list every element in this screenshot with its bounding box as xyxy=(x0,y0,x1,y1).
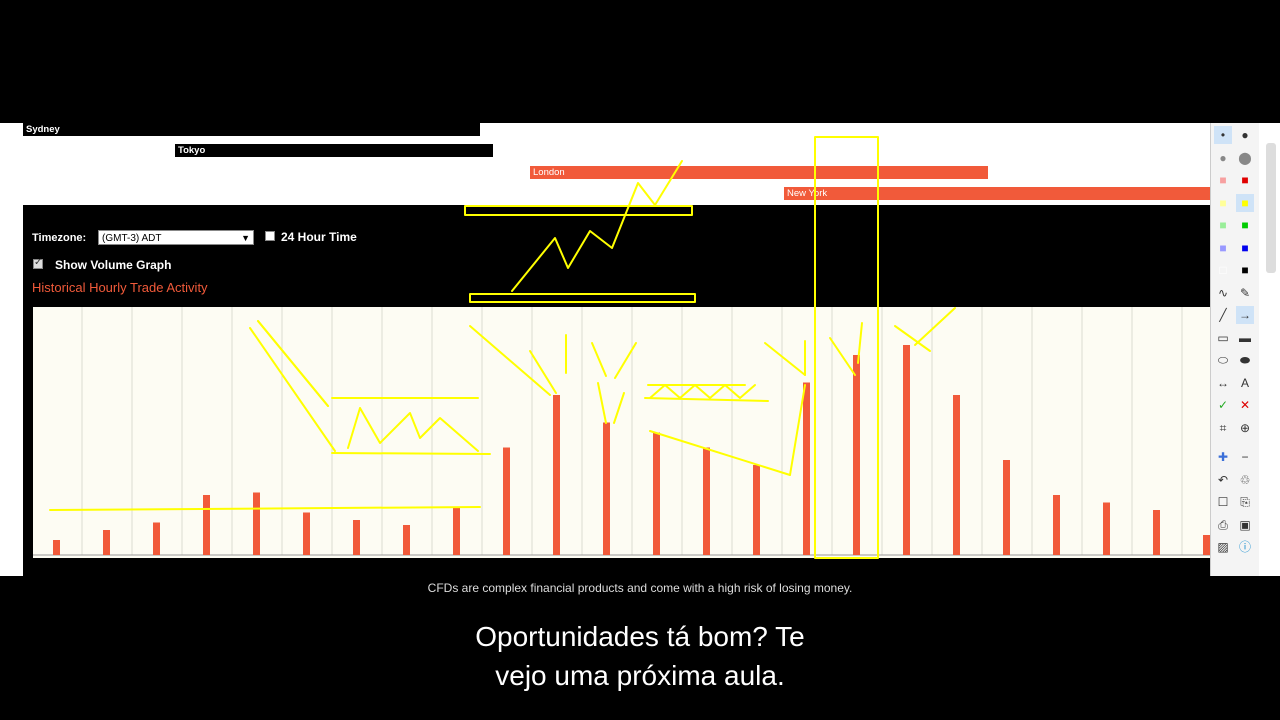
double-arrow-icon[interactable]: ↔ xyxy=(1214,374,1232,392)
volume-bar xyxy=(803,382,810,555)
volume-bar xyxy=(303,512,310,555)
highlighter-icon[interactable]: ✎ xyxy=(1236,284,1254,302)
trash-icon[interactable]: ♲ xyxy=(1236,471,1254,489)
timezone-select[interactable]: (GMT-3) ADT ▼ xyxy=(98,230,254,245)
hour24-label: 24 Hour Time xyxy=(281,230,357,244)
volume-bar xyxy=(103,530,110,555)
session-bar-new-york: New York xyxy=(784,187,1210,200)
volume-bar xyxy=(503,447,510,555)
volume-bar xyxy=(703,447,710,555)
red-light-icon[interactable]: ■ xyxy=(1214,171,1232,189)
volume-bar xyxy=(1053,495,1060,555)
chart-title: Historical Hourly Trade Activity xyxy=(32,280,208,295)
filled-rectangle-icon[interactable]: ▬ xyxy=(1236,329,1254,347)
dot-small-icon[interactable]: • xyxy=(1214,126,1232,144)
volume-bar xyxy=(53,540,60,555)
rectangle-icon[interactable]: ▭ xyxy=(1214,329,1232,347)
volume-bar xyxy=(453,507,460,555)
yellow-icon[interactable]: ■ xyxy=(1236,193,1254,212)
volume-bar xyxy=(753,465,760,555)
text-icon[interactable]: A xyxy=(1236,374,1254,392)
session-bar-london: London xyxy=(530,166,988,179)
save-icon[interactable]: ▣ xyxy=(1236,516,1254,534)
undo-icon[interactable]: ↶ xyxy=(1214,471,1232,489)
blue-icon[interactable]: ■ xyxy=(1236,239,1254,257)
green-icon[interactable]: ■ xyxy=(1236,216,1254,234)
circle-gray-icon[interactable]: ● xyxy=(1214,149,1232,167)
scrollbar[interactable] xyxy=(1266,143,1276,273)
circle-gray-large-icon[interactable]: ⬤ xyxy=(1236,149,1254,167)
annotation-toolbar: • ● ● ⬤ ■ ■ ■ ■ ■ ■ ■ ■ □ ■ ∿ ✎ ╱ → ▭ ▬ ⬭ ⬬ ↔ A ✓ ✕ ⌗ ⊕ ✚ − ↶ ♲ ☐ ⎘ ⎙ ▣ ▨ ⓘ xyxy=(1210,123,1259,576)
image-icon[interactable]: ▨ xyxy=(1214,538,1232,556)
copy-icon[interactable]: ⎘ xyxy=(1236,493,1254,511)
black-icon[interactable]: ■ xyxy=(1236,261,1254,279)
close-icon[interactable]: ✕ xyxy=(1236,396,1254,414)
video-subtitle: Oportunidades tá bom? Te vejo uma próxim… xyxy=(0,617,1280,695)
disclaimer-text: CFDs are complex financial products and … xyxy=(427,581,853,595)
check-icon[interactable]: ✓ xyxy=(1214,396,1232,414)
volume-bar xyxy=(953,395,960,555)
volume-bar xyxy=(253,492,260,555)
session-bar-tokyo: Tokyo xyxy=(175,144,493,157)
print-icon[interactable]: ⎙ xyxy=(1214,516,1232,534)
volume-bar xyxy=(853,355,860,555)
volume-bar xyxy=(153,522,160,555)
session-label: London xyxy=(533,167,565,178)
volume-bar xyxy=(1153,510,1160,555)
chart-svg xyxy=(33,307,1210,556)
zoom-icon[interactable]: ⊕ xyxy=(1236,419,1254,437)
dot-large-icon[interactable]: ● xyxy=(1236,126,1254,144)
yellow-light-icon[interactable]: ■ xyxy=(1214,194,1232,212)
timezone-value: (GMT-3) ADT xyxy=(102,233,162,244)
timezone-label: Timezone: xyxy=(32,232,87,244)
filled-ellipse-icon[interactable]: ⬬ xyxy=(1236,351,1254,369)
volume-bar xyxy=(553,395,560,555)
hour24-checkbox[interactable] xyxy=(265,231,275,241)
volume-bar xyxy=(1103,502,1110,555)
volume-bar xyxy=(353,520,360,555)
volume-label: Show Volume Graph xyxy=(55,258,172,272)
settings-panel: Timezone: (GMT-3) ADT ▼ 24 Hour Time Sho… xyxy=(23,205,1210,576)
new-page-icon[interactable]: ☐ xyxy=(1214,493,1232,511)
subtitle-line-1: Oportunidades tá bom? Te xyxy=(475,621,805,652)
volume-bar xyxy=(403,525,410,555)
minus-icon[interactable]: − xyxy=(1236,448,1254,466)
subtitle-line-2: vejo uma próxima aula. xyxy=(495,660,785,691)
red-icon[interactable]: ■ xyxy=(1236,171,1254,189)
white-icon[interactable]: □ xyxy=(1214,261,1232,279)
volume-bar xyxy=(653,432,660,555)
browser-content: Sydney Tokyo London New York Timezone: (… xyxy=(0,123,1280,576)
chevron-down-icon: ▼ xyxy=(241,233,250,243)
volume-chart xyxy=(33,307,1210,558)
volume-bar xyxy=(1003,460,1010,555)
arrow-icon[interactable]: → xyxy=(1236,306,1254,324)
plus-icon[interactable]: ✚ xyxy=(1214,448,1232,466)
volume-checkbox[interactable] xyxy=(33,257,43,269)
info-icon[interactable]: ⓘ xyxy=(1236,538,1254,556)
line-icon[interactable]: ╱ xyxy=(1214,306,1232,324)
green-light-icon[interactable]: ■ xyxy=(1214,216,1232,234)
session-label: Sydney xyxy=(26,124,60,135)
session-label: Tokyo xyxy=(178,145,206,156)
freehand-icon[interactable]: ∿ xyxy=(1214,284,1232,302)
crop-icon[interactable]: ⌗ xyxy=(1214,419,1232,437)
ellipse-icon[interactable]: ⬭ xyxy=(1214,351,1232,369)
volume-bar xyxy=(1203,535,1210,555)
volume-bar xyxy=(903,345,910,555)
session-label: New York xyxy=(787,188,828,199)
volume-bar xyxy=(603,422,610,555)
volume-bar xyxy=(203,495,210,555)
session-bar-sydney: Sydney xyxy=(23,123,480,136)
blue-light-icon[interactable]: ■ xyxy=(1214,239,1232,257)
